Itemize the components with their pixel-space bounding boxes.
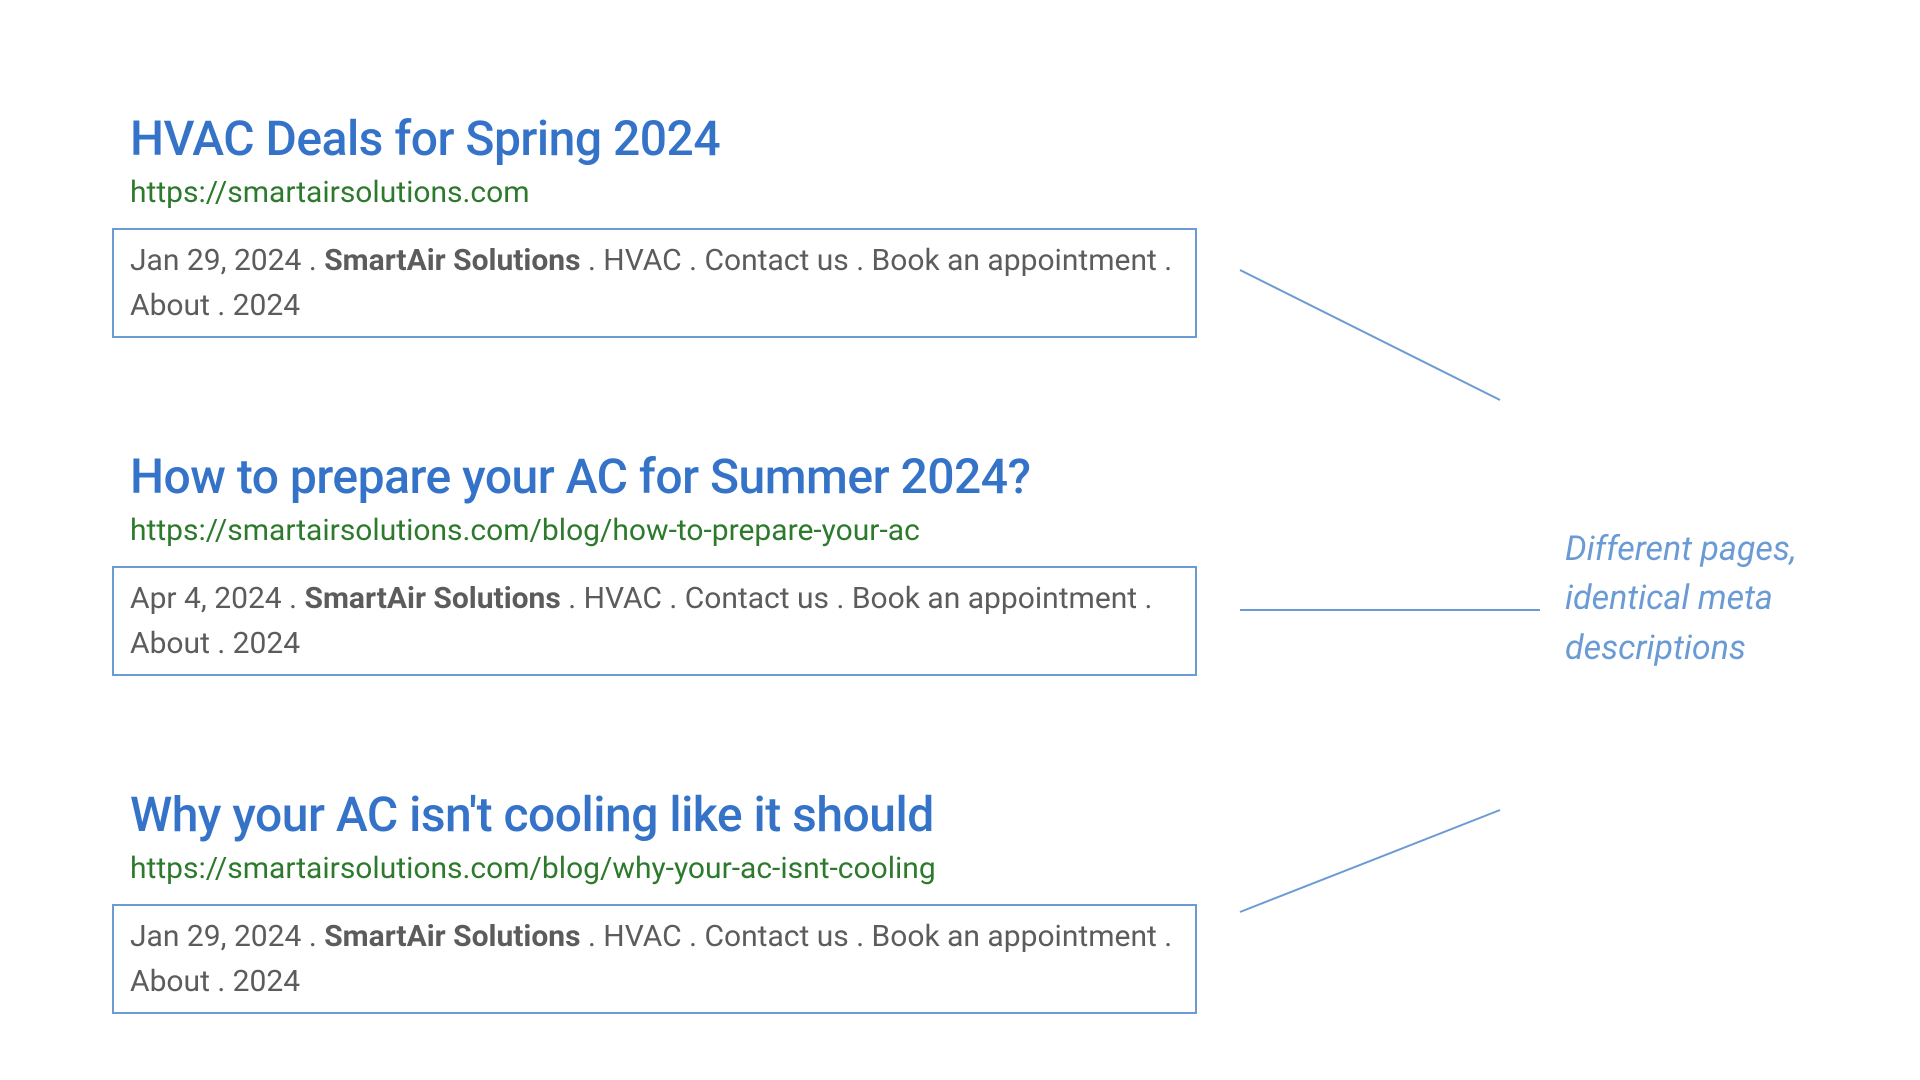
- snippet-date: Apr 4, 2024 .: [130, 581, 304, 616]
- annotation-label: Different pages, identical meta descript…: [1565, 525, 1920, 673]
- snippet-bold: SmartAir Solutions: [324, 243, 580, 278]
- snippet-date: Jan 29, 2024 .: [130, 919, 324, 954]
- search-result-1: HVAC Deals for Spring 2024 https://smart…: [130, 110, 1790, 338]
- result-url: https://smartairsolutions.com: [130, 175, 1790, 210]
- result-snippet-box: Apr 4, 2024 . SmartAir Solutions . HVAC …: [112, 566, 1197, 676]
- result-url: https://smartairsolutions.com/blog/why-y…: [130, 851, 1790, 886]
- result-title: Why your AC isn't cooling like it should: [130, 786, 1790, 843]
- result-snippet-box: Jan 29, 2024 . SmartAir Solutions . HVAC…: [112, 904, 1197, 1014]
- result-url: https://smartairsolutions.com/blog/how-t…: [130, 513, 1790, 548]
- search-result-3: Why your AC isn't cooling like it should…: [130, 786, 1790, 1014]
- snippet-bold: SmartAir Solutions: [304, 581, 560, 616]
- result-snippet-box: Jan 29, 2024 . SmartAir Solutions . HVAC…: [112, 228, 1197, 338]
- result-title: HVAC Deals for Spring 2024: [130, 110, 1790, 167]
- snippet-bold: SmartAir Solutions: [324, 919, 580, 954]
- snippet-date: Jan 29, 2024 .: [130, 243, 324, 278]
- search-result-2: How to prepare your AC for Summer 2024? …: [130, 448, 1790, 676]
- result-title: How to prepare your AC for Summer 2024?: [130, 448, 1790, 505]
